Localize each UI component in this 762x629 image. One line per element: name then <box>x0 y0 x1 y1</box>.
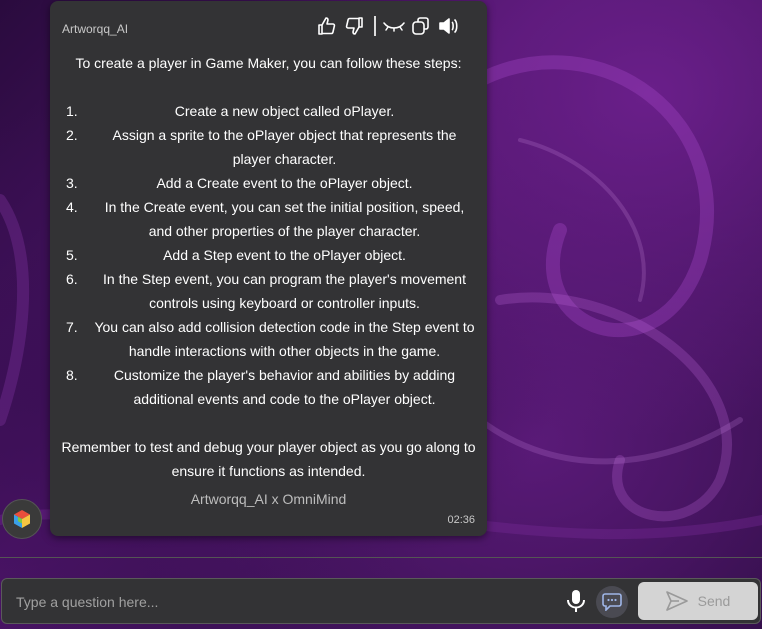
divider <box>0 557 762 558</box>
chat-bubble-button[interactable] <box>596 586 628 618</box>
copy-icon[interactable] <box>410 15 432 37</box>
list-item: 7. You can also add collision detection c… <box>66 319 475 359</box>
list-item: 8. Customize the player's behavior and ab… <box>66 367 456 407</box>
avatar <box>2 499 42 539</box>
message-actions <box>316 14 464 38</box>
paper-plane-icon <box>665 591 688 611</box>
actions-divider <box>374 16 376 36</box>
list-item: 3. Add a Create event to the oPlayer obje… <box>66 175 413 191</box>
thumbs-up-icon[interactable] <box>316 15 338 37</box>
message-sender: Artworqq_AI <box>62 22 129 36</box>
list-item: 6. In the Step event, you can program the… <box>66 271 466 311</box>
cube-logo-icon <box>14 510 30 528</box>
message-timestamp: 02:36 <box>447 514 475 526</box>
steps-list: 1. Create a new object called oPlayer. 2.… <box>60 99 477 411</box>
ai-message-bubble: Artworqq_AI To create a player in Game M… <box>50 1 487 536</box>
message-outro: Remember to test and debug your player o… <box>61 439 476 479</box>
chat-bubble-icon <box>602 593 622 611</box>
eye-closed-icon[interactable] <box>383 15 405 37</box>
question-input[interactable] <box>14 587 548 617</box>
thumbs-down-icon[interactable] <box>343 15 365 37</box>
microphone-icon[interactable] <box>565 589 587 613</box>
list-item: 2. Assign a sprite to the oPlayer object … <box>66 127 457 167</box>
message-content: To create a player in Game Maker, you ca… <box>60 51 477 483</box>
list-item: 1. Create a new object called oPlayer. <box>66 103 395 119</box>
chat-input-bar: Send <box>1 578 761 624</box>
speaker-icon[interactable] <box>437 15 459 37</box>
send-label: Send <box>697 593 731 609</box>
message-intro: To create a player in Game Maker, you ca… <box>75 55 462 71</box>
send-button[interactable]: Send <box>638 582 758 620</box>
list-item: 4. In the Create event, you can set the i… <box>66 199 465 239</box>
list-item: 5. Add a Step event to the oPlayer object… <box>66 247 406 263</box>
message-footer: Artworqq_AI x OmniMind <box>190 491 347 507</box>
